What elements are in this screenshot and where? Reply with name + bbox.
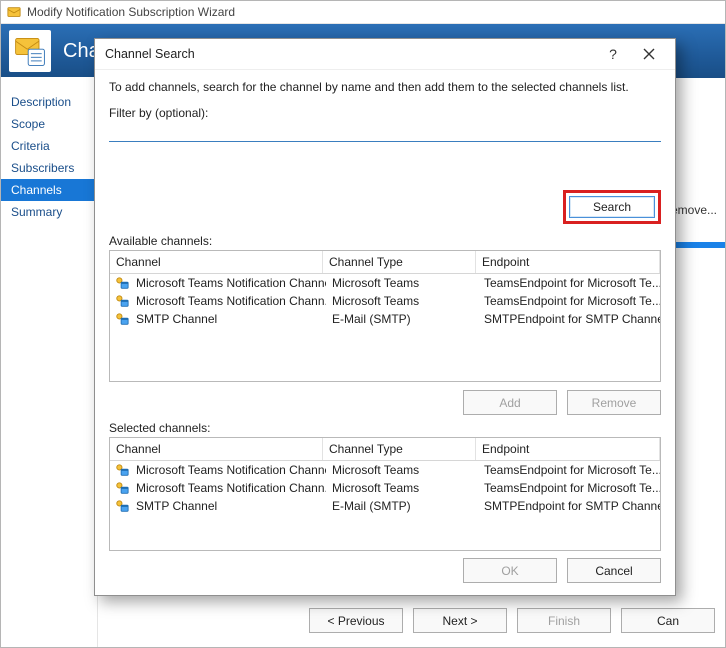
- sidebar-item-subscribers[interactable]: Subscribers: [1, 157, 97, 179]
- close-button[interactable]: [631, 41, 667, 67]
- cell-endpoint: TeamsEndpoint for Microsoft Te...: [478, 480, 660, 496]
- available-grid[interactable]: Channel Channel Type Endpoint Microsoft …: [109, 250, 661, 382]
- search-button[interactable]: Search: [569, 196, 655, 218]
- wizard-sidebar: DescriptionScopeCriteriaSubscribersChann…: [1, 77, 98, 647]
- cell-type: E-Mail (SMTP): [326, 311, 478, 327]
- col-type[interactable]: Channel Type: [323, 251, 476, 273]
- cell-endpoint: TeamsEndpoint for Microsoft Te...: [478, 462, 660, 478]
- cell-type: Microsoft Teams: [326, 275, 478, 291]
- cell-channel: Microsoft Teams Notification Channel: [130, 275, 326, 291]
- channel-icon: [114, 498, 130, 514]
- channel-icon: [114, 311, 130, 327]
- channel-icon: [114, 275, 130, 291]
- search-highlight: Search: [563, 190, 661, 224]
- finish-button: Finish: [517, 608, 611, 633]
- cell-channel: SMTP Channel: [130, 498, 326, 514]
- cell-endpoint: TeamsEndpoint for Microsoft Te...: [478, 293, 660, 309]
- app-icon: [7, 5, 21, 19]
- previous-button[interactable]: < Previous: [309, 608, 403, 633]
- table-row[interactable]: Microsoft Teams Notification Chann...Mic…: [110, 292, 660, 310]
- channel-search-dialog: Channel Search ? To add channels, search…: [94, 38, 676, 596]
- cancel-button[interactable]: Can: [621, 608, 715, 633]
- help-button[interactable]: ?: [595, 41, 631, 67]
- col-endpoint[interactable]: Endpoint: [476, 438, 660, 460]
- available-label: Available channels:: [109, 234, 661, 248]
- selected-label: Selected channels:: [109, 421, 661, 435]
- ok-button: OK: [463, 558, 557, 583]
- cell-endpoint: TeamsEndpoint for Microsoft Te...: [478, 275, 660, 291]
- cell-endpoint: SMTPEndpoint for SMTP Channel: [478, 311, 660, 327]
- col-type[interactable]: Channel Type: [323, 438, 476, 460]
- col-endpoint[interactable]: Endpoint: [476, 251, 660, 273]
- filter-input[interactable]: [109, 122, 661, 142]
- dialog-cancel-button[interactable]: Cancel: [567, 558, 661, 583]
- selected-grid[interactable]: Channel Channel Type Endpoint Microsoft …: [109, 437, 661, 551]
- channel-icon: [114, 480, 130, 496]
- next-button[interactable]: Next >: [413, 608, 507, 633]
- dialog-instruction: To add channels, search for the channel …: [109, 80, 661, 94]
- col-channel[interactable]: Channel: [110, 438, 323, 460]
- filter-label: Filter by (optional):: [109, 106, 661, 120]
- sidebar-item-summary[interactable]: Summary: [1, 201, 97, 223]
- dialog-title: Channel Search: [105, 47, 195, 61]
- table-row[interactable]: SMTP ChannelE-Mail (SMTP)SMTPEndpoint fo…: [110, 310, 660, 328]
- wizard-title: Modify Notification Subscription Wizard: [27, 5, 235, 19]
- table-row[interactable]: Microsoft Teams Notification ChannelMicr…: [110, 461, 660, 479]
- sidebar-item-criteria[interactable]: Criteria: [1, 135, 97, 157]
- header-icon: [9, 30, 51, 72]
- cell-channel: Microsoft Teams Notification Chann...: [130, 293, 326, 309]
- table-row[interactable]: Microsoft Teams Notification Chann...Mic…: [110, 479, 660, 497]
- cell-type: Microsoft Teams: [326, 293, 478, 309]
- wizard-titlebar: Modify Notification Subscription Wizard: [1, 1, 725, 24]
- cell-channel: Microsoft Teams Notification Channel: [130, 462, 326, 478]
- cell-type: Microsoft Teams: [326, 462, 478, 478]
- col-channel[interactable]: Channel: [110, 251, 323, 273]
- add-button: Add: [463, 390, 557, 415]
- sidebar-item-channels[interactable]: Channels: [1, 179, 97, 201]
- channel-icon: [114, 462, 130, 478]
- dialog-titlebar: Channel Search ?: [95, 39, 675, 70]
- cell-endpoint: SMTPEndpoint for SMTP Channel: [478, 498, 660, 514]
- wizard-footer: < Previous Next > Finish Can: [309, 608, 715, 633]
- table-row[interactable]: SMTP ChannelE-Mail (SMTP)SMTPEndpoint fo…: [110, 497, 660, 515]
- close-icon: [643, 48, 655, 60]
- cell-type: E-Mail (SMTP): [326, 498, 478, 514]
- cell-channel: Microsoft Teams Notification Chann...: [130, 480, 326, 496]
- cell-channel: SMTP Channel: [130, 311, 326, 327]
- remove-selected-button: Remove: [567, 390, 661, 415]
- sidebar-item-description[interactable]: Description: [1, 91, 97, 113]
- channel-icon: [114, 293, 130, 309]
- table-row[interactable]: Microsoft Teams Notification ChannelMicr…: [110, 274, 660, 292]
- cell-type: Microsoft Teams: [326, 480, 478, 496]
- sidebar-item-scope[interactable]: Scope: [1, 113, 97, 135]
